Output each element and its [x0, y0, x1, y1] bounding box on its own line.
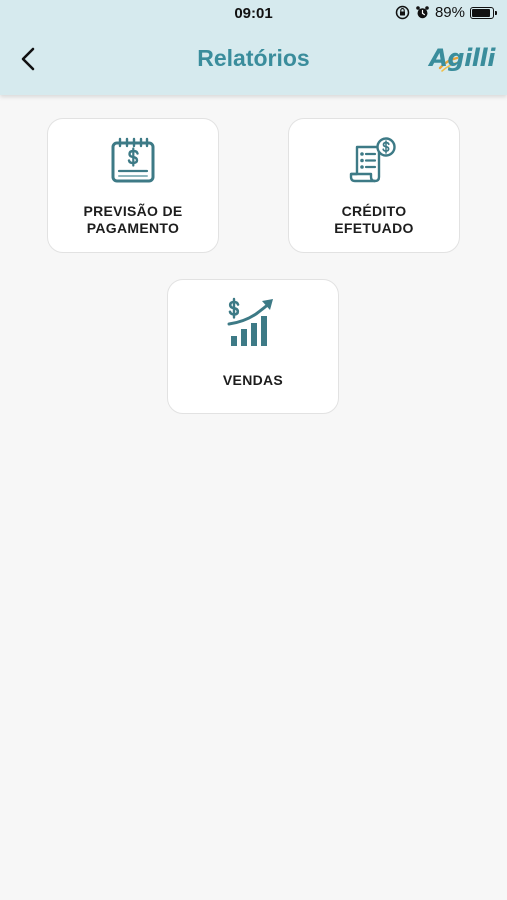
sales-growth-chart-icon — [227, 297, 273, 346]
battery-level — [472, 8, 490, 17]
status-bar: 09:01 89% — [0, 0, 507, 28]
label-line-2: PAGAMENTO — [86, 220, 180, 236]
report-card-vendas[interactable]: VENDAS — [167, 279, 339, 414]
report-card-label: CRÉDITO EFETUADO — [297, 203, 451, 237]
report-card-label: VENDAS — [176, 372, 330, 389]
report-card-previsao-pagamento[interactable]: PREVISÃO DE PAGAMENTO — [47, 118, 219, 253]
label-line-1: CRÉDITO — [341, 203, 407, 219]
orientation-lock-icon — [395, 5, 410, 20]
calendar-dollar-icon — [111, 137, 155, 183]
status-right-group: 89% — [395, 4, 497, 21]
app-header: 09:01 89% Relatórios Agilli — [0, 0, 507, 95]
report-card-label: PREVISÃO DE PAGAMENTO — [56, 203, 210, 237]
battery-icon — [470, 6, 497, 19]
battery-percent: 89% — [434, 4, 465, 21]
logo-text: Agilli — [429, 44, 495, 72]
label-line-2: EFETUADO — [334, 220, 414, 236]
label-line-1: VENDAS — [222, 372, 284, 388]
report-card-credito-efetuado[interactable]: CRÉDITO EFETUADO — [288, 118, 460, 253]
alarm-icon — [415, 5, 430, 20]
label-line-1: PREVISÃO DE — [83, 203, 183, 219]
receipt-dollar-icon — [349, 137, 396, 183]
